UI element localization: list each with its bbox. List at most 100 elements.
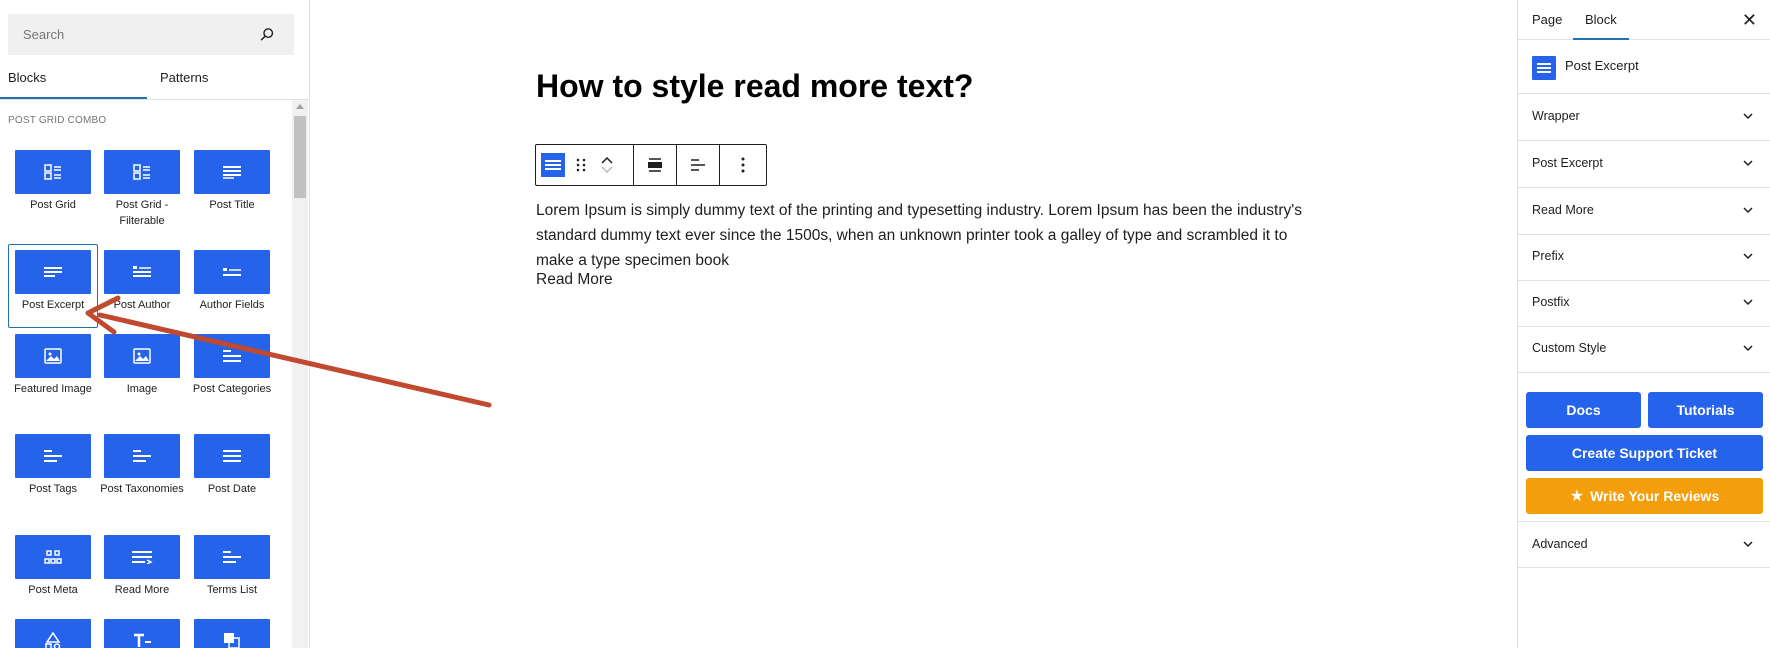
lines-icon (194, 150, 270, 194)
panel-title: Postfix (1532, 295, 1570, 309)
panel-advanced[interactable]: Advanced (1518, 521, 1770, 568)
readmore-icon (104, 535, 180, 579)
block-featured-image[interactable]: Featured Image (8, 334, 98, 397)
panel-title: Read More (1532, 203, 1594, 217)
write-reviews-label: Write Your Reviews (1590, 488, 1720, 504)
text-align-button[interactable] (677, 145, 719, 185)
block-post-author[interactable]: Post Author (97, 250, 187, 313)
search-field[interactable]: Search (8, 14, 294, 55)
block-label: Post Meta (28, 584, 78, 596)
block-label: Post Grid (30, 199, 76, 211)
sidebar-tabs: Page Block ✕ (1518, 0, 1770, 40)
shapes-icon (15, 619, 91, 648)
block-post-categories[interactable]: Post Categories (187, 334, 277, 397)
text-icon (104, 619, 180, 648)
lines-icon (194, 434, 270, 478)
read-more-link[interactable]: Read More (536, 271, 613, 289)
panel-title: Custom Style (1532, 341, 1607, 355)
image-icon (15, 334, 91, 378)
panel-custom-style[interactable]: Custom Style (1518, 326, 1770, 373)
copy-icon (194, 619, 270, 648)
more-vertical-icon (741, 157, 745, 173)
block-post-meta[interactable]: Post Meta (8, 535, 98, 598)
more-options-button[interactable] (720, 145, 766, 185)
block-label: Featured Image (14, 383, 92, 395)
block-image[interactable]: Image (97, 334, 187, 397)
panel-postfix[interactable]: Postfix (1518, 280, 1770, 327)
block-type-button[interactable] (536, 145, 570, 185)
align-wide-button[interactable] (634, 145, 676, 185)
block-post-grid-filterable[interactable]: Post Grid - Filterable (97, 150, 187, 229)
align-wide-icon (648, 158, 662, 172)
block-post-title[interactable]: Post Title (187, 150, 277, 213)
panel-post-excerpt[interactable]: Post Excerpt (1518, 141, 1770, 188)
chevron-down-icon (1743, 345, 1753, 352)
tutorials-button[interactable]: Tutorials (1648, 392, 1763, 428)
lines-icon (15, 250, 91, 294)
list-lines-icon (15, 434, 91, 478)
block-label: Post Title (209, 199, 255, 211)
author-icon (104, 250, 180, 294)
drag-handle-icon[interactable] (570, 145, 592, 185)
block-post-taxonomies[interactable]: Post Taxonomies (97, 434, 187, 497)
chevron-down-icon (1743, 160, 1753, 167)
meta-icon (15, 535, 91, 579)
docs-button[interactable]: Docs (1526, 392, 1641, 428)
image-icon (104, 334, 180, 378)
tabs-divider (0, 99, 309, 100)
panel-wrapper[interactable]: Wrapper (1518, 94, 1770, 141)
chevron-down-icon[interactable] (600, 165, 614, 174)
excerpt-block-icon (1532, 56, 1556, 80)
block-post-tags[interactable]: Post Tags (8, 434, 98, 497)
block-label: Read More (114, 584, 170, 596)
scroll-up-arrow-icon[interactable] (296, 104, 304, 109)
search-icon[interactable] (259, 26, 276, 43)
post-title[interactable]: How to style read more text? (536, 68, 973, 105)
move-up-down-buttons[interactable] (592, 145, 622, 185)
write-reviews-button[interactable]: ★ Write Your Reviews (1526, 478, 1763, 514)
block-inserter-panel: Search Blocks Patterns POST GRID COMBO P… (0, 0, 310, 648)
panel-read-more[interactable]: Read More (1518, 188, 1770, 235)
chevron-up-icon[interactable] (600, 156, 614, 165)
block-card-title: Post Excerpt (1565, 58, 1639, 73)
tab-page[interactable]: Page (1532, 12, 1562, 27)
block-label: Post Categories (192, 383, 272, 395)
block-label: Post Date (207, 483, 257, 495)
settings-sidebar: Page Block ✕ Post Excerpt Wrapper Post E… (1517, 0, 1770, 648)
block-terms-list[interactable]: Terms List (187, 535, 277, 598)
tab-blocks[interactable]: Blocks (8, 60, 46, 100)
block-post-date[interactable]: Post Date (187, 434, 277, 497)
create-support-ticket-button[interactable]: Create Support Ticket (1526, 435, 1763, 471)
editor-canvas: How to style read more text? Lorem Ipsum… (311, 0, 1517, 648)
block-shapes[interactable] (8, 619, 98, 648)
category-heading: POST GRID COMBO (8, 115, 107, 126)
tab-block[interactable]: Block (1585, 12, 1617, 27)
scrollbar-thumb[interactable] (294, 116, 306, 198)
excerpt-block-icon (541, 153, 565, 177)
close-icon[interactable]: ✕ (1742, 10, 1757, 31)
block-text[interactable] (97, 619, 187, 648)
block-copy[interactable] (187, 619, 277, 648)
list-lines-icon (194, 334, 270, 378)
block-label: Post Tags (28, 483, 78, 495)
chevron-down-icon (1743, 113, 1753, 120)
block-author-fields[interactable]: Author Fields (187, 250, 277, 313)
chevron-down-icon (1743, 253, 1753, 260)
scrollbar[interactable] (292, 100, 308, 648)
post-excerpt-text[interactable]: Lorem Ipsum is simply dummy text of the … (536, 198, 1306, 273)
block-post-excerpt[interactable]: Post Excerpt (8, 244, 98, 328)
block-read-more[interactable]: Read More (97, 535, 187, 598)
block-label: Terms List (206, 584, 258, 596)
tab-patterns[interactable]: Patterns (160, 60, 208, 100)
block-label: Author Fields (199, 299, 265, 311)
block-card: Post Excerpt (1518, 40, 1770, 94)
block-post-grid[interactable]: Post Grid (8, 150, 98, 213)
align-left-icon (691, 159, 705, 171)
chevron-down-icon (1743, 299, 1753, 306)
block-label: Post Author (113, 299, 171, 311)
block-label: Post Taxonomies (100, 483, 184, 495)
inserter-tabs: Blocks Patterns (0, 60, 309, 100)
search-placeholder: Search (23, 27, 65, 42)
panel-title: Post Excerpt (1532, 156, 1603, 170)
panel-prefix[interactable]: Prefix (1518, 234, 1770, 281)
